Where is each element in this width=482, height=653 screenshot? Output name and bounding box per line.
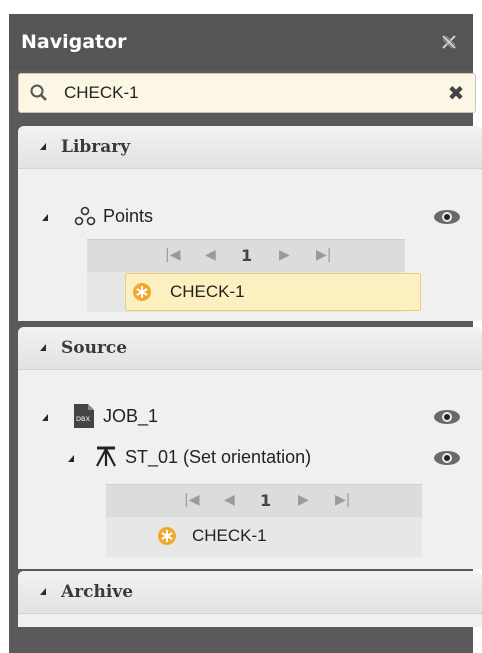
eye-icon[interactable]: [432, 207, 462, 227]
next-page-icon[interactable]: ▶: [298, 492, 309, 508]
library-result-item[interactable]: CHECK-1: [125, 273, 421, 311]
points-label[interactable]: Points: [103, 206, 153, 227]
source-header[interactable]: Source: [18, 327, 482, 370]
station-collapse-icon[interactable]: [68, 455, 74, 462]
dbx-file-icon: DBX: [73, 403, 95, 429]
svg-text:DBX: DBX: [76, 415, 90, 423]
prev-page-icon[interactable]: ◀: [205, 247, 216, 263]
library-result-label: CHECK-1: [170, 282, 245, 301]
search-input[interactable]: CHECK-1: [64, 83, 139, 103]
search-icon: [29, 83, 49, 103]
last-page-icon[interactable]: ▶|: [335, 492, 350, 508]
first-page-icon[interactable]: |◀: [165, 247, 180, 263]
source-collapse-icon[interactable]: [40, 344, 46, 351]
source-header-label: Source: [61, 338, 128, 358]
points-icon: [73, 205, 97, 229]
tripod-icon: [94, 444, 118, 468]
library-pager: |◀ ◀ 1 ▶ ▶|: [87, 239, 405, 272]
archive-header[interactable]: Archive: [18, 571, 482, 614]
close-icon[interactable]: [439, 32, 459, 52]
navigator-panel: Navigator CHECK-1 ✖ Library Points |◀ ◀ …: [9, 14, 482, 653]
library-header-label: Library: [61, 137, 131, 157]
source-pager: |◀ ◀ 1 ▶ ▶|: [106, 484, 422, 517]
archive-header-label: Archive: [61, 582, 134, 602]
clear-search-icon[interactable]: ✖: [445, 81, 467, 105]
last-page-icon[interactable]: ▶|: [316, 247, 331, 263]
search-box[interactable]: CHECK-1 ✖: [18, 73, 476, 113]
prev-page-icon[interactable]: ◀: [224, 492, 235, 508]
job-label[interactable]: JOB_1: [103, 406, 158, 427]
source-results: CHECK-1: [106, 517, 422, 557]
library-collapse-icon[interactable]: [40, 143, 46, 150]
first-page-icon[interactable]: |◀: [184, 492, 199, 508]
job-collapse-icon[interactable]: [42, 414, 48, 421]
eye-icon[interactable]: [432, 448, 462, 468]
point-icon: [132, 282, 152, 302]
source-result-item[interactable]: CHECK-1: [144, 518, 414, 556]
page-number: 1: [260, 491, 272, 510]
page-number: 1: [241, 246, 253, 265]
eye-icon[interactable]: [432, 407, 462, 427]
library-results: CHECK-1: [87, 272, 421, 312]
points-collapse-icon[interactable]: [42, 214, 48, 221]
point-icon: [157, 526, 177, 546]
navigator-title: Navigator: [21, 31, 127, 53]
navigator-titlebar: Navigator: [9, 14, 473, 70]
library-header[interactable]: Library: [18, 126, 482, 169]
source-section: Source DBX JOB_1 ST_01 (Set orientation)…: [18, 327, 482, 569]
source-result-label: CHECK-1: [192, 526, 267, 545]
station-label[interactable]: ST_01 (Set orientation): [125, 447, 311, 468]
archive-section: Archive: [18, 571, 482, 627]
next-page-icon[interactable]: ▶: [279, 247, 290, 263]
archive-collapse-icon[interactable]: [40, 588, 46, 595]
library-section: Library Points |◀ ◀ 1 ▶ ▶| CHECK-1: [18, 126, 482, 321]
